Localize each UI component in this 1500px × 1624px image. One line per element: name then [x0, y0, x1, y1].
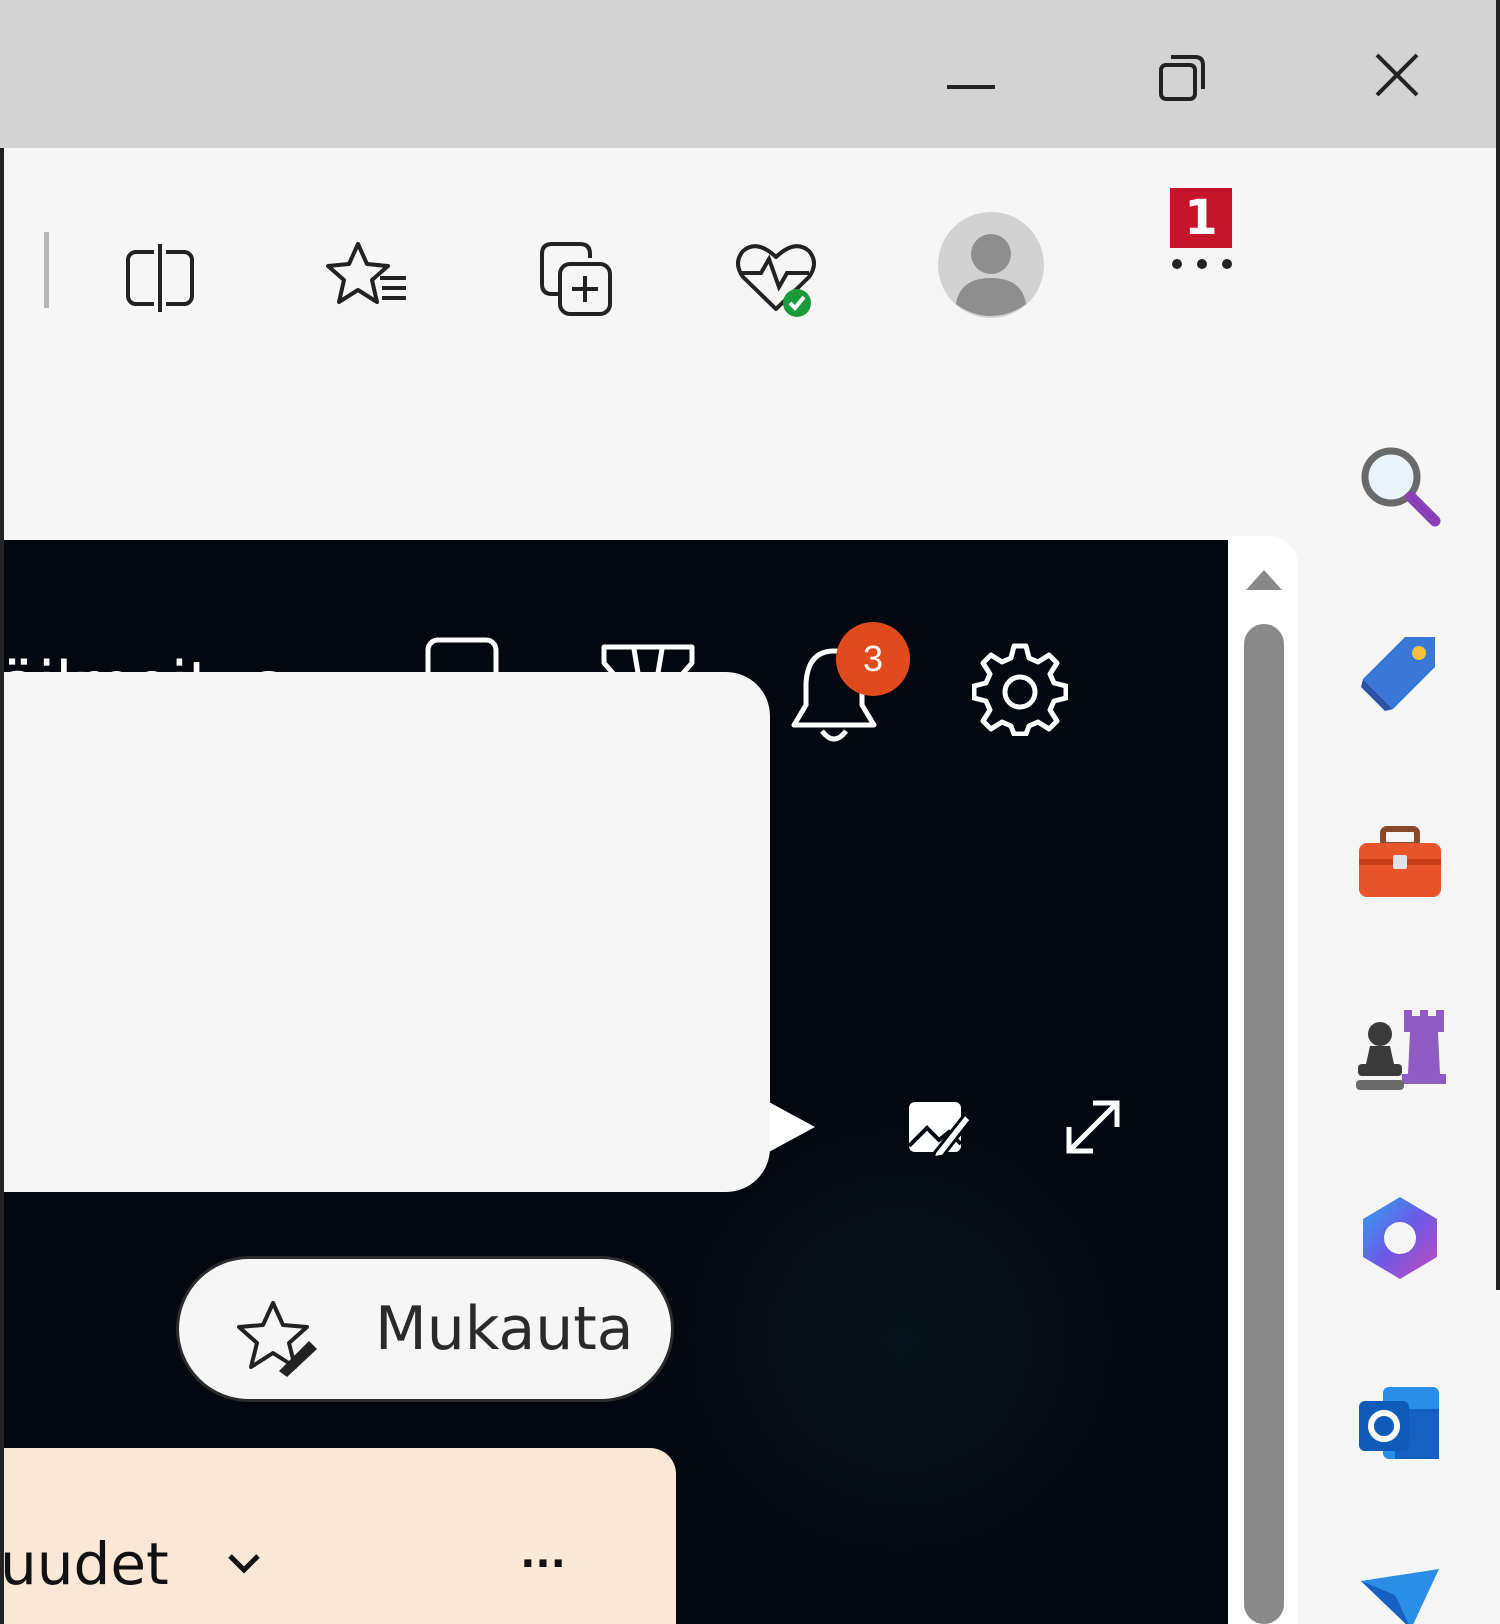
microsoft-365-icon — [1363, 1197, 1437, 1279]
sidebar-item-games[interactable] — [1350, 1002, 1450, 1102]
news-card-label: uudet — [0, 1530, 169, 1598]
edit-background-icon — [907, 1102, 973, 1160]
browser-window: 1 3 Mukauta uudet ... — [0, 0, 1500, 1624]
split-screen-button[interactable] — [110, 228, 210, 328]
collections-icon — [540, 242, 612, 316]
window-border-left — [0, 148, 4, 1624]
window-border-right — [1496, 0, 1500, 1290]
profile-avatar-icon — [938, 212, 1044, 318]
chevron-down-icon — [228, 1554, 260, 1574]
restore-button[interactable] — [1136, 30, 1226, 120]
browser-essentials-button[interactable] — [726, 228, 826, 328]
notification-count-badge: 3 — [836, 622, 910, 696]
games-icon — [1356, 1010, 1446, 1090]
customize-button[interactable]: Mukauta — [176, 1256, 674, 1402]
news-dropdown-button[interactable] — [220, 1538, 270, 1588]
more-menu-icon — [1172, 259, 1232, 269]
shopping-tag-icon — [1361, 637, 1435, 711]
send-icon — [1361, 1569, 1439, 1624]
browser-toolbar: 1 — [0, 148, 1500, 540]
scroll-up-arrow-icon — [1246, 570, 1282, 590]
tools-icon — [1359, 826, 1441, 897]
sidebar-item-microsoft-365[interactable] — [1350, 1188, 1450, 1288]
settings-gear-icon — [972, 643, 1068, 736]
minimize-button[interactable] — [924, 30, 1014, 120]
sidebar-item-tools[interactable] — [1350, 814, 1450, 914]
star-edit-icon — [237, 1301, 317, 1377]
sidebar-item-send[interactable] — [1350, 1560, 1450, 1624]
customize-label: Mukauta — [375, 1294, 634, 1364]
close-button[interactable] — [1352, 30, 1442, 120]
favorites-icon — [326, 242, 406, 304]
scrollbar-thumb[interactable] — [1244, 624, 1284, 1624]
search-icon — [1361, 447, 1441, 527]
close-icon — [1375, 53, 1419, 97]
profile-avatar[interactable] — [936, 210, 1046, 320]
outlook-icon — [1359, 1387, 1439, 1459]
collections-button[interactable] — [526, 228, 626, 328]
favorites-button[interactable] — [318, 228, 418, 328]
title-bar — [0, 0, 1500, 148]
toolbar-divider — [44, 232, 49, 308]
minimize-icon — [947, 85, 995, 89]
restore-icon — [1159, 55, 1205, 101]
scroll-up-button[interactable] — [1242, 564, 1286, 594]
sidebar-item-search[interactable] — [1350, 436, 1450, 536]
browser-essentials-icon — [736, 244, 816, 317]
settings-button[interactable] — [970, 638, 1070, 738]
news-more-button[interactable]: ... — [510, 1524, 576, 1584]
content-panel — [0, 672, 770, 1192]
split-screen-icon — [126, 244, 194, 312]
sidebar-item-outlook[interactable] — [1350, 1374, 1450, 1474]
edit-background-button[interactable] — [902, 1090, 976, 1164]
sidebar-item-shopping[interactable] — [1350, 624, 1450, 724]
step-badge: 1 — [1170, 188, 1232, 248]
fullscreen-button[interactable] — [1056, 1090, 1130, 1164]
expand-icon — [1066, 1100, 1120, 1154]
more-menu-button[interactable] — [1164, 252, 1240, 276]
